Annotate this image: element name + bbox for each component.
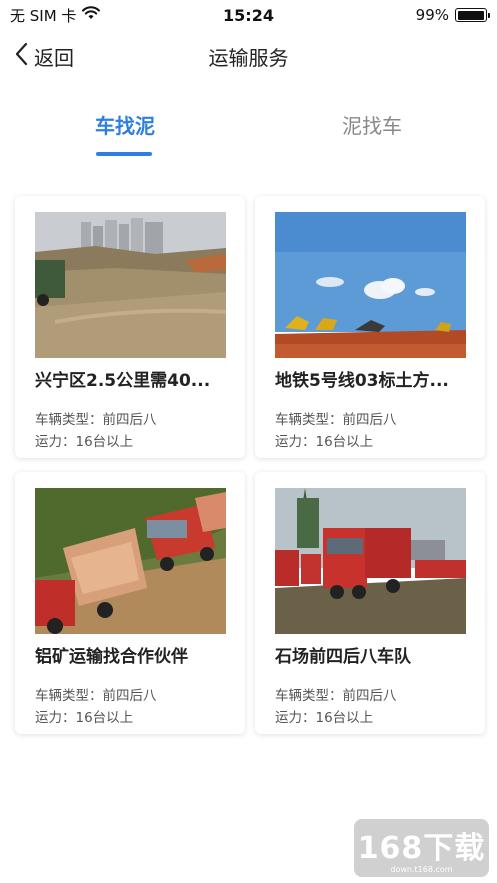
watermark-logo: 168下载 down.t168.com [354, 819, 489, 877]
active-tab-indicator [96, 152, 152, 156]
card-vehicle-type: 车辆类型：前四后八 [35, 412, 157, 428]
page-title: 运输服务 [208, 45, 289, 70]
battery-fill [457, 10, 485, 20]
card-image-excavation-site [275, 212, 466, 358]
card-vehicle-type: 车辆类型：前四后八 [275, 688, 397, 704]
tab-car-find-mud[interactable]: 车找泥 [55, 110, 195, 139]
status-right: 99% [415, 6, 490, 24]
card-title: 铝矿运输找合作伙伴 [35, 647, 188, 667]
card-image-construction-site [35, 212, 226, 358]
card-title: 石场前四后八车队 [275, 647, 411, 667]
card-capacity: 运力：16台以上 [275, 434, 374, 450]
service-card[interactable]: 石场前四后八车队 车辆类型：前四后八 运力：16台以上 [255, 472, 485, 734]
watermark-text: 168下载 [357, 830, 486, 866]
card-vehicle-type: 车辆类型：前四后八 [35, 688, 157, 704]
status-bar: 无 SIM 卡 15:24 99% [0, 0, 497, 30]
status-left: 无 SIM 卡 [10, 5, 101, 26]
battery-percent: 99% [415, 6, 449, 24]
card-capacity: 运力：16台以上 [35, 710, 134, 726]
card-image-trucks-hillside [35, 488, 226, 634]
service-card[interactable]: 兴宁区2.5公里需40... 车辆类型：前四后八 运力：16台以上 [15, 196, 245, 458]
card-capacity: 运力：16台以上 [35, 434, 134, 450]
tab-bar: 车找泥 泥找车 [0, 100, 497, 160]
card-capacity: 运力：16台以上 [275, 710, 374, 726]
service-card[interactable]: 铝矿运输找合作伙伴 车辆类型：前四后八 运力：16台以上 [15, 472, 245, 734]
card-image-truck-fleet [275, 488, 466, 634]
carrier-text: 无 SIM 卡 [10, 6, 77, 25]
nav-bar: 返回 运输服务 [0, 34, 497, 78]
card-title: 地铁5号线03标土方... [275, 371, 449, 391]
service-card[interactable]: 地铁5号线03标土方... 车辆类型：前四后八 运力：16台以上 [255, 196, 485, 458]
card-title: 兴宁区2.5公里需40... [35, 371, 211, 391]
tab-mud-find-car[interactable]: 泥找车 [302, 110, 442, 139]
card-vehicle-type: 车辆类型：前四后八 [275, 412, 397, 428]
watermark-subtext: down.t168.com [390, 864, 453, 874]
battery-icon [455, 8, 490, 22]
wifi-icon [82, 6, 101, 24]
